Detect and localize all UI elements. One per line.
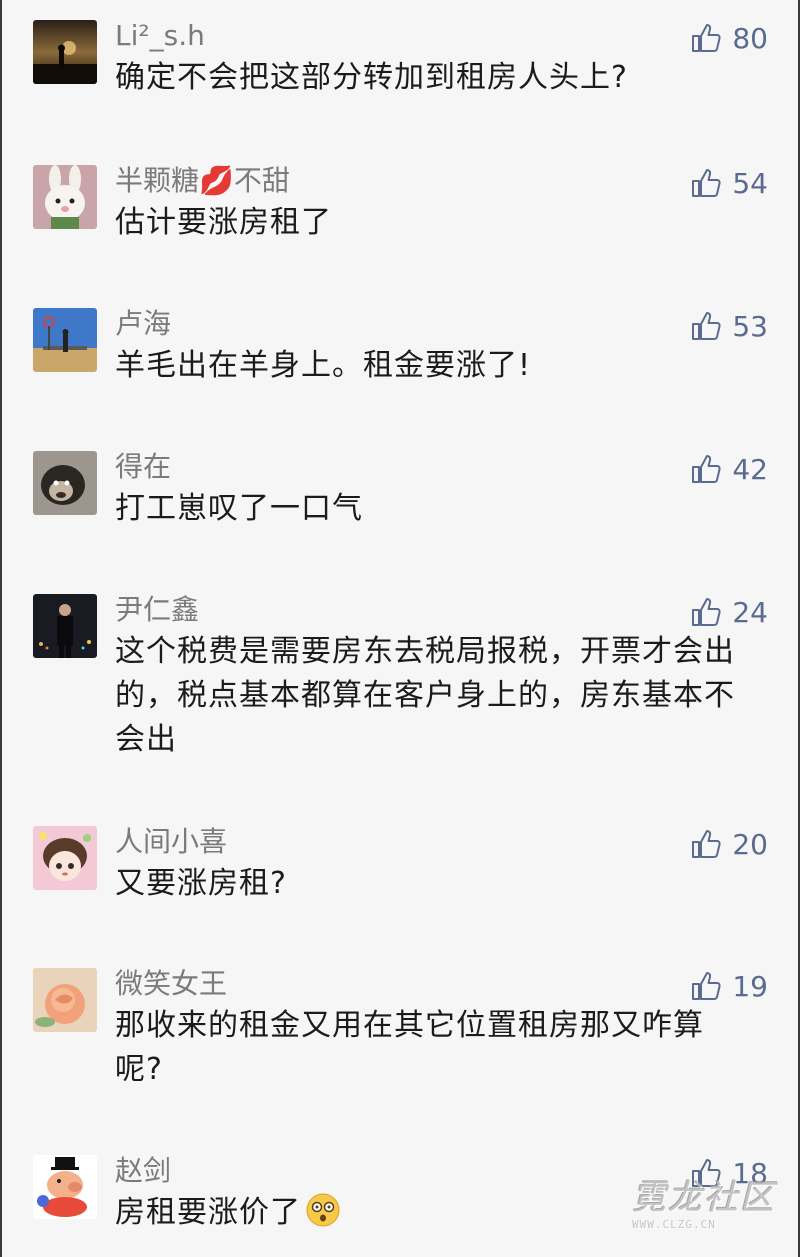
night-person-icon <box>33 594 97 658</box>
comment-item: 尹仁鑫 这个税费是需要房东去税局报税，开票才会出的，税点基本都算在客户身上的，房… <box>2 594 798 784</box>
avatar[interactable] <box>33 968 97 1032</box>
like-button[interactable]: 24 <box>690 594 768 630</box>
avatar[interactable] <box>33 826 97 890</box>
avatar[interactable] <box>33 451 97 515</box>
comment-item: 半颗糖💋不甜 估计要涨房租了 54 <box>2 165 798 275</box>
avatar[interactable] <box>33 20 97 84</box>
monkey-icon <box>33 451 97 515</box>
username[interactable]: 半颗糖💋不甜 <box>115 165 290 197</box>
like-button[interactable]: 20 <box>690 826 768 862</box>
like-count: 19 <box>732 969 768 1003</box>
avatar[interactable] <box>33 308 97 372</box>
beach-basket-icon <box>33 308 97 372</box>
thumbs-up-icon <box>690 453 722 485</box>
comment-list: Li²_s.h 确定不会把这部分转加到租房人头上? 80 半颗糖💋不甜 估计要涨… <box>2 0 798 1257</box>
comment-text: 那收来的租金又用在其它位置租房那又咋算呢? <box>115 1008 704 1087</box>
avatar[interactable] <box>33 165 97 229</box>
like-count: 42 <box>732 452 768 486</box>
thumbs-up-icon <box>690 828 722 860</box>
dizzy-face-emoji-icon <box>306 1193 340 1227</box>
rabbit-icon <box>33 165 97 229</box>
comment-item: 人间小喜 又要涨房租? 20 <box>2 826 798 936</box>
thumbs-up-icon <box>690 22 722 54</box>
like-button[interactable]: 80 <box>690 20 768 56</box>
username[interactable]: 得在 <box>115 451 171 483</box>
comment-text: 打工崽叹了一口气 <box>115 491 363 526</box>
thumbs-up-icon <box>690 970 722 1002</box>
like-button[interactable]: 19 <box>690 968 768 1004</box>
rose-icon <box>33 968 97 1032</box>
comment-text: 这个税费是需要房东去税局报税，开票才会出的，税点基本都算在客户身上的，房东基本不… <box>115 634 735 757</box>
like-count: 20 <box>732 827 768 861</box>
username[interactable]: 微笑女王 <box>115 968 227 1000</box>
like-count: 53 <box>732 309 768 343</box>
avatar[interactable] <box>33 594 97 658</box>
thumbs-up-icon <box>690 596 722 628</box>
thumbs-up-icon <box>690 167 722 199</box>
username[interactable]: 赵剑 <box>115 1155 171 1187</box>
watermark-url: WWW.CLZG.CN <box>632 1218 716 1231</box>
comment-item: Li²_s.h 确定不会把这部分转加到租房人头上? 80 <box>2 20 798 130</box>
like-count: 80 <box>732 21 768 55</box>
anime-girl-icon <box>33 826 97 890</box>
username[interactable]: 人间小喜 <box>115 826 227 858</box>
comment-item: 微笑女王 那收来的租金又用在其它位置租房那又咋算呢? 19 <box>2 968 798 1113</box>
comment-item: 卢海 羊毛出在羊身上。租金要涨了! 53 <box>2 308 798 418</box>
like-count: 24 <box>732 595 768 629</box>
username[interactable]: 尹仁鑫 <box>115 594 199 626</box>
like-button[interactable]: 54 <box>690 165 768 201</box>
watermark-title: 霓龙社区 <box>632 1178 776 1218</box>
avatar[interactable] <box>33 1155 97 1219</box>
comment-text-content: 房租要涨价了 <box>115 1195 301 1230</box>
comment-text: 羊毛出在羊身上。租金要涨了! <box>115 348 532 383</box>
like-count: 54 <box>732 166 768 200</box>
site-watermark: 霓龙社区 WWW.CLZG.CN <box>632 1178 792 1240</box>
username[interactable]: 卢海 <box>115 308 171 340</box>
comment-item: 得在 打工崽叹了一口气 42 <box>2 451 798 561</box>
sunset-silhouette-icon <box>33 20 97 84</box>
comment-text: 又要涨房租? <box>115 866 287 901</box>
comment-text: 估计要涨房租了 <box>115 205 332 240</box>
username[interactable]: Li²_s.h <box>115 20 205 52</box>
like-button[interactable]: 42 <box>690 451 768 487</box>
thumbs-up-icon <box>690 310 722 342</box>
like-button[interactable]: 53 <box>690 308 768 344</box>
comment-text: 确定不会把这部分转加到租房人头上? <box>115 60 628 95</box>
cartoon-pig-icon <box>33 1155 97 1219</box>
